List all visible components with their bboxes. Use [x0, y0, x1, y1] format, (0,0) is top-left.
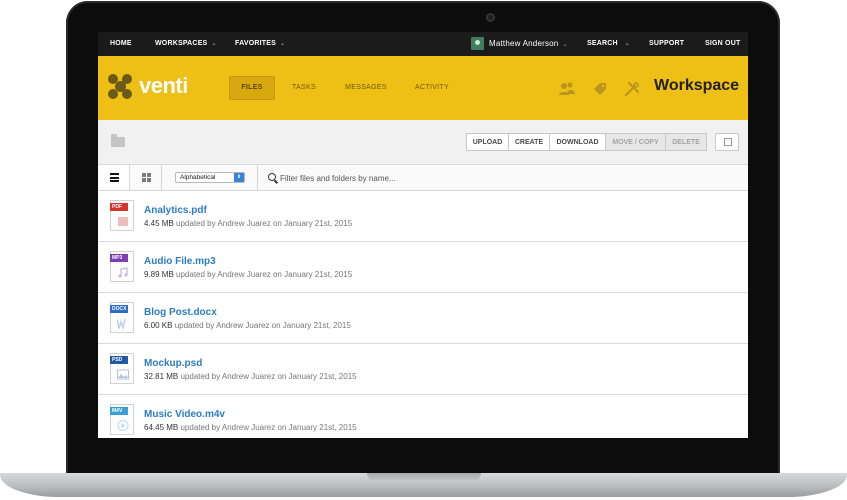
file-name-link[interactable]: Audio File.mp3	[144, 256, 216, 267]
file-size: 9.89 MB	[144, 270, 174, 279]
list-item[interactable]: DOCX Blog Post.docx 6.00 KB updated by A…	[98, 293, 748, 344]
list-item[interactable]: PDF Analytics.pdf 4.45 MB updated by And…	[98, 191, 748, 242]
tab-activity[interactable]: ACTIVITY	[410, 76, 454, 100]
file-type-badge: DOCX	[110, 305, 128, 313]
logo-mark-icon	[108, 74, 136, 102]
video-file-icon: M4V	[110, 404, 134, 435]
sort-select[interactable]: Alphabetical ⬍	[175, 172, 245, 183]
page-title: Workspace	[654, 77, 740, 94]
file-type-badge: PDF	[110, 203, 128, 211]
file-meta: 4.45 MB updated by Andrew Juarez on Janu…	[144, 219, 352, 228]
sort-value: Alphabetical	[180, 174, 216, 181]
user-name: Matthew Anderson	[489, 39, 559, 48]
file-meta: 32.81 MB updated by Andrew Juarez on Jan…	[144, 372, 357, 381]
image-file-icon: PSD	[110, 353, 134, 384]
venti-logo[interactable]: venti	[108, 72, 198, 102]
file-size: 6.00 KB	[144, 321, 173, 330]
chevron-down-icon: ⌄	[562, 42, 568, 48]
create-button[interactable]: CREATE	[508, 133, 550, 151]
file-type-badge: M4V	[110, 407, 128, 415]
file-updated: updated by Andrew Juarez on January 21st…	[180, 423, 357, 432]
grid-icon	[142, 173, 151, 182]
chevron-down-icon: ⌄	[211, 41, 217, 47]
filter-bar: Alphabetical ⬍	[98, 165, 748, 191]
nav-workspaces[interactable]: WORKSPACES ⌄	[155, 40, 217, 47]
file-meta: 6.00 KB updated by Andrew Juarez on Janu…	[144, 321, 351, 330]
nav-search-label: SEARCH	[587, 40, 618, 47]
tab-tasks[interactable]: TASKS	[286, 76, 322, 100]
file-name-link[interactable]: Music Video.m4v	[144, 409, 225, 420]
select-all-checkbox[interactable]	[715, 133, 739, 151]
users-icon[interactable]	[558, 80, 576, 98]
chevron-down-icon: ⌄	[279, 41, 286, 47]
tab-files[interactable]: FILES	[229, 76, 275, 100]
file-type-badge: PSD	[110, 356, 128, 364]
move-copy-button[interactable]: MOVE / COPY	[605, 133, 666, 151]
laptop-notch	[367, 473, 481, 482]
select-arrows-icon: ⬍	[234, 173, 244, 182]
list-view-button[interactable]	[98, 165, 130, 190]
tools-icon[interactable]	[623, 80, 641, 98]
avatar[interactable]	[471, 37, 484, 50]
upload-button[interactable]: UPLOAD	[466, 133, 509, 151]
document-file-icon: DOCX	[110, 302, 134, 333]
file-updated: updated by Andrew Juarez on January 21st…	[176, 219, 353, 228]
nav-home[interactable]: HOME	[110, 40, 132, 47]
tag-icon[interactable]	[591, 80, 609, 98]
nav-favorites-label: FAVORITES	[235, 40, 276, 47]
pdf-file-icon: PDF	[110, 200, 134, 231]
file-meta: 9.89 MB updated by Andrew Juarez on Janu…	[144, 270, 352, 279]
file-updated: updated by Andrew Juarez on January 21st…	[174, 321, 351, 330]
file-meta: 64.45 MB updated by Andrew Juarez on Jan…	[144, 423, 357, 432]
camera-icon	[486, 13, 495, 22]
nav-workspaces-label: WORKSPACES	[155, 40, 208, 47]
search-icon	[268, 173, 276, 181]
file-name-link[interactable]: Mockup.psd	[144, 358, 202, 369]
file-list: PDF Analytics.pdf 4.45 MB updated by And…	[98, 191, 748, 438]
chevron-down-icon: ⌄	[624, 41, 630, 47]
filter-input[interactable]	[278, 171, 742, 186]
grid-view-button[interactable]	[130, 165, 162, 190]
nav-search[interactable]: SEARCH ⌄	[587, 40, 630, 47]
logo-text: venti	[139, 73, 188, 98]
file-updated: updated by Andrew Juarez on January 21st…	[176, 270, 353, 279]
file-toolbar: UPLOAD CREATE DOWNLOAD MOVE / COPY DELET…	[98, 120, 748, 165]
audio-file-icon: MP3	[110, 251, 134, 282]
workspace-header: venti FILES TASKS MESSAGES ACTIVITY Work…	[98, 56, 748, 120]
folder-icon[interactable]	[111, 134, 125, 147]
file-size: 64.45 MB	[144, 423, 179, 432]
list-item[interactable]: PSD Mockup.psd 32.81 MB updated by Andre…	[98, 344, 748, 395]
top-nav: HOME WORKSPACES ⌄ FAVORITES ⌄ Matthew Ande…	[98, 32, 748, 56]
file-name-link[interactable]: Blog Post.docx	[144, 307, 217, 318]
file-size: 4.45 MB	[144, 219, 174, 228]
file-updated: updated by Andrew Juarez on January 21st…	[180, 372, 357, 381]
file-size: 32.81 MB	[144, 372, 179, 381]
app-screen: HOME WORKSPACES ⌄ FAVORITES ⌄ Matthew Ande…	[98, 32, 748, 438]
file-type-badge: MP3	[110, 254, 128, 262]
list-icon	[110, 173, 119, 182]
user-menu[interactable]: Matthew Anderson ⌄	[489, 39, 568, 48]
nav-favorites[interactable]: FAVORITES ⌄	[235, 40, 285, 47]
nav-support[interactable]: SUPPORT	[649, 40, 684, 47]
tab-messages[interactable]: MESSAGES	[342, 76, 390, 100]
file-name-link[interactable]: Analytics.pdf	[144, 205, 207, 216]
list-item[interactable]: MP3 Audio File.mp3 9.89 MB updated by An…	[98, 242, 748, 293]
download-button[interactable]: DOWNLOAD	[549, 133, 606, 151]
sort-wrapper: Alphabetical ⬍	[162, 165, 258, 190]
delete-button[interactable]: DELETE	[665, 133, 707, 151]
list-item[interactable]: M4V Music Video.m4v 64.45 MB updated by …	[98, 395, 748, 438]
nav-signout[interactable]: SIGN OUT	[705, 40, 740, 47]
